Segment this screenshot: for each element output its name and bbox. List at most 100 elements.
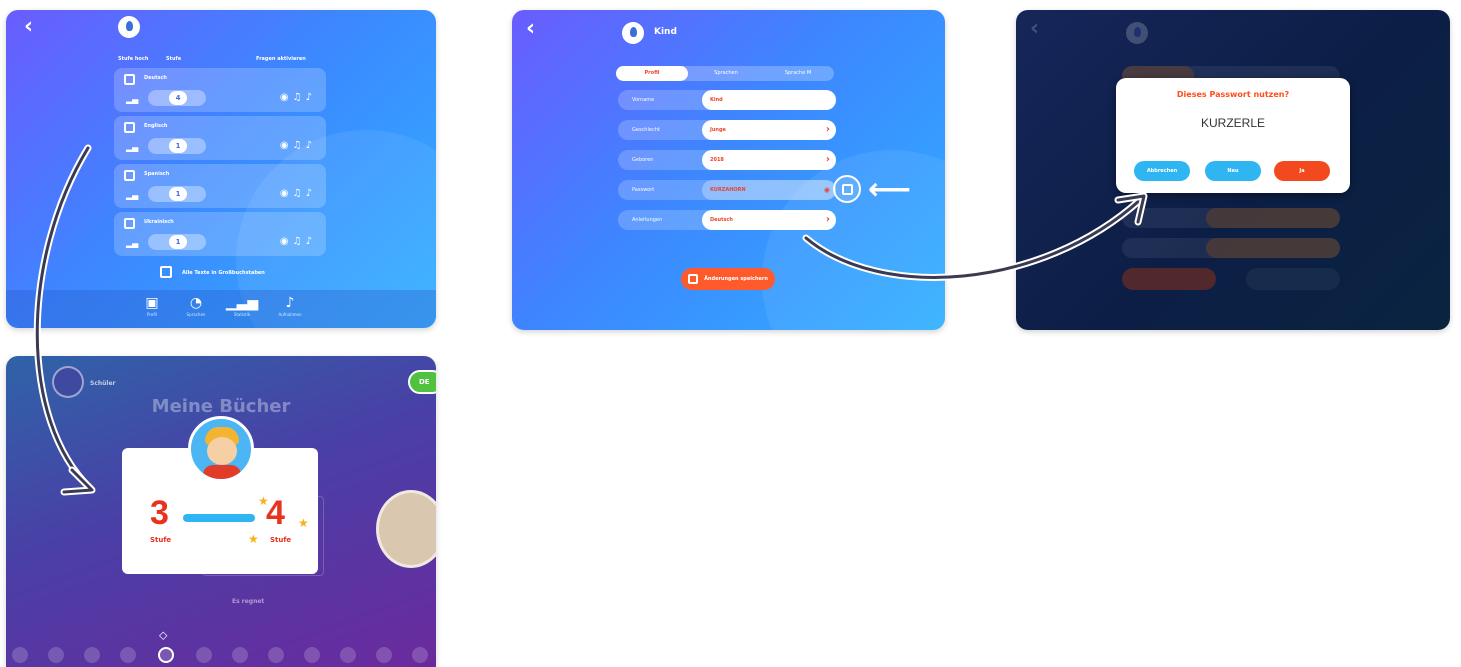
- cancel-button[interactable]: Abbrechen: [1134, 161, 1190, 181]
- field-label: Geschlecht: [632, 127, 660, 133]
- language-name: Englisch: [144, 123, 168, 129]
- gender-select[interactable]: Junge: [702, 120, 836, 140]
- profile-form-screen: ‹ Kind Profil Sprachen Sprache M Vorname…: [512, 10, 945, 330]
- profile-card-icon: ▣: [145, 295, 159, 311]
- page-dot[interactable]: [268, 647, 284, 663]
- microphone-icon: ♪: [285, 295, 295, 311]
- tab-recordings[interactable]: ♪ Aufnahmen: [268, 294, 312, 317]
- new-password-button[interactable]: Neu: [1205, 161, 1261, 181]
- all-caps-label: Alle Texte in Großbuchstaben: [182, 270, 265, 276]
- page-dot-active[interactable]: [158, 647, 174, 663]
- edit-icon: [688, 273, 699, 284]
- level-stepper[interactable]: 4: [148, 90, 206, 106]
- field-label: Vorname: [632, 97, 655, 103]
- page-dot[interactable]: [376, 647, 392, 663]
- star-icon: ★: [298, 516, 309, 530]
- segment-tabs: Profil Sprachen Sprache M: [616, 66, 834, 81]
- page-dots: [12, 647, 432, 663]
- tab-profile[interactable]: Profil: [616, 66, 688, 81]
- signal-bars-icon: ▂▄: [126, 191, 139, 200]
- level-knob[interactable]: 1: [169, 187, 187, 201]
- save-changes-button[interactable]: Änderungen speichern: [681, 268, 775, 290]
- header-level: Stufe: [166, 56, 182, 62]
- dialog-title: Dieses Passwort nutzen?: [1176, 90, 1290, 99]
- language-badge[interactable]: DE: [408, 370, 436, 394]
- bottom-tab-bar: ▣ Profil ◔ Sprachen ▁▃▅ Statistik ♪ Aufnahme…: [6, 290, 436, 328]
- save-label: Änderungen speichern: [704, 276, 768, 282]
- all-caps-checkbox[interactable]: [160, 266, 172, 278]
- next-book-cover[interactable]: [376, 490, 436, 568]
- dimmed-field-instructions: [1122, 238, 1340, 258]
- tab-language-m[interactable]: Sprache M: [762, 66, 834, 81]
- user-name: Schüler: [90, 380, 116, 387]
- page-dot[interactable]: [304, 647, 320, 663]
- level-from: 3: [150, 494, 169, 532]
- tab-languages[interactable]: ◔ Sprachen: [174, 294, 218, 317]
- tab-languages[interactable]: Sprachen: [690, 66, 762, 81]
- language-card-spanish[interactable]: Spanisch ▂▄ 1 ◉♫♪: [114, 164, 326, 208]
- header-questions: Fragen aktivieren: [256, 56, 306, 62]
- level-stepper[interactable]: 1: [148, 138, 206, 154]
- tutorial-collage: ‹ Stufe hoch Stufe Fragen aktivieren Deu…: [0, 0, 1461, 667]
- language-card-german[interactable]: Deutsch ▂▄ 4 ◉♫♪: [114, 68, 326, 112]
- star-icon: ★: [258, 494, 269, 508]
- confirm-password-dialog: Dieses Passwort nutzen? KURZERLE Abbrech…: [1116, 78, 1350, 193]
- page-dot[interactable]: [120, 647, 136, 663]
- password-input[interactable]: KURZAHORN: [702, 180, 836, 200]
- level-knob[interactable]: 4: [169, 91, 187, 105]
- my-books-screen: Schüler DE Meine Bücher Es regnet 3 Stuf…: [6, 356, 436, 667]
- level-stepper[interactable]: 1: [148, 186, 206, 202]
- level-knob[interactable]: 1: [169, 235, 187, 249]
- back-chevron-icon[interactable]: ‹: [24, 14, 33, 39]
- language-checkbox[interactable]: [124, 170, 135, 181]
- profile-avatar-icon[interactable]: [622, 22, 644, 44]
- user-avatar[interactable]: [52, 366, 84, 398]
- language-name: Ukrainisch: [144, 219, 174, 225]
- level-to: 4: [266, 494, 285, 532]
- page-dot[interactable]: [232, 647, 248, 663]
- page-dot[interactable]: [48, 647, 64, 663]
- location-pin-icon: ⬦: [159, 628, 168, 642]
- star-icon: ★: [248, 532, 259, 546]
- level-knob[interactable]: 1: [169, 139, 187, 153]
- tab-statistics[interactable]: ▁▃▅ Statistik: [220, 294, 264, 317]
- language-checkbox[interactable]: [124, 218, 135, 229]
- tab-profile[interactable]: ▣ Profil: [130, 294, 174, 317]
- page-dot[interactable]: [12, 647, 28, 663]
- eye-headphones-mic-icons[interactable]: ◉♫♪: [280, 92, 316, 103]
- signal-bars-icon: ▂▄: [126, 143, 139, 152]
- firstname-input[interactable]: Kind: [702, 90, 836, 110]
- eye-headphones-mic-icons[interactable]: ◉♫♪: [280, 236, 316, 247]
- chevron-right-icon: ›: [825, 214, 830, 225]
- password-dialog-screen: ‹ Dieses Passwort nutzen? KURZERLE Abbre…: [1016, 10, 1450, 330]
- language-card-ukrainian[interactable]: Ukrainisch ▂▄ 1 ◉♫♪: [114, 212, 326, 256]
- language-name: Spanisch: [144, 171, 170, 177]
- back-chevron-icon[interactable]: ‹: [526, 16, 535, 41]
- chevron-right-icon: ›: [825, 154, 830, 165]
- profile-avatar-icon[interactable]: [118, 16, 140, 38]
- eye-headphones-mic-icons[interactable]: ◉♫♪: [280, 188, 316, 199]
- page-dot[interactable]: [196, 647, 212, 663]
- tab-label: Profil: [147, 312, 157, 317]
- profile-name: Kind: [654, 27, 677, 37]
- dimmed-save-button: [1122, 268, 1216, 290]
- birthyear-select[interactable]: 2018: [702, 150, 836, 170]
- level-stepper[interactable]: 1: [148, 234, 206, 250]
- eye-icon[interactable]: ◉: [824, 180, 830, 200]
- generate-password-button[interactable]: [833, 175, 861, 203]
- eye-headphones-mic-icons[interactable]: ◉♫♪: [280, 140, 316, 151]
- language-checkbox[interactable]: [124, 122, 135, 133]
- language-name: Deutsch: [144, 75, 167, 81]
- language-checkbox[interactable]: [124, 74, 135, 85]
- page-dot[interactable]: [412, 647, 428, 663]
- page-dot[interactable]: [340, 647, 356, 663]
- dimmed-value: [1206, 208, 1340, 228]
- field-instructions: Anleitungen Deutsch ›: [618, 210, 836, 230]
- level-from-label: Stufe: [150, 536, 172, 544]
- page-dot[interactable]: [84, 647, 100, 663]
- instructions-select[interactable]: Deutsch: [702, 210, 836, 230]
- field-label: Anleitungen: [632, 217, 663, 223]
- language-card-english[interactable]: Englisch ▂▄ 1 ◉♫♪: [114, 116, 326, 160]
- level-progress-bar: [183, 514, 255, 522]
- ok-button[interactable]: Ja: [1274, 161, 1330, 181]
